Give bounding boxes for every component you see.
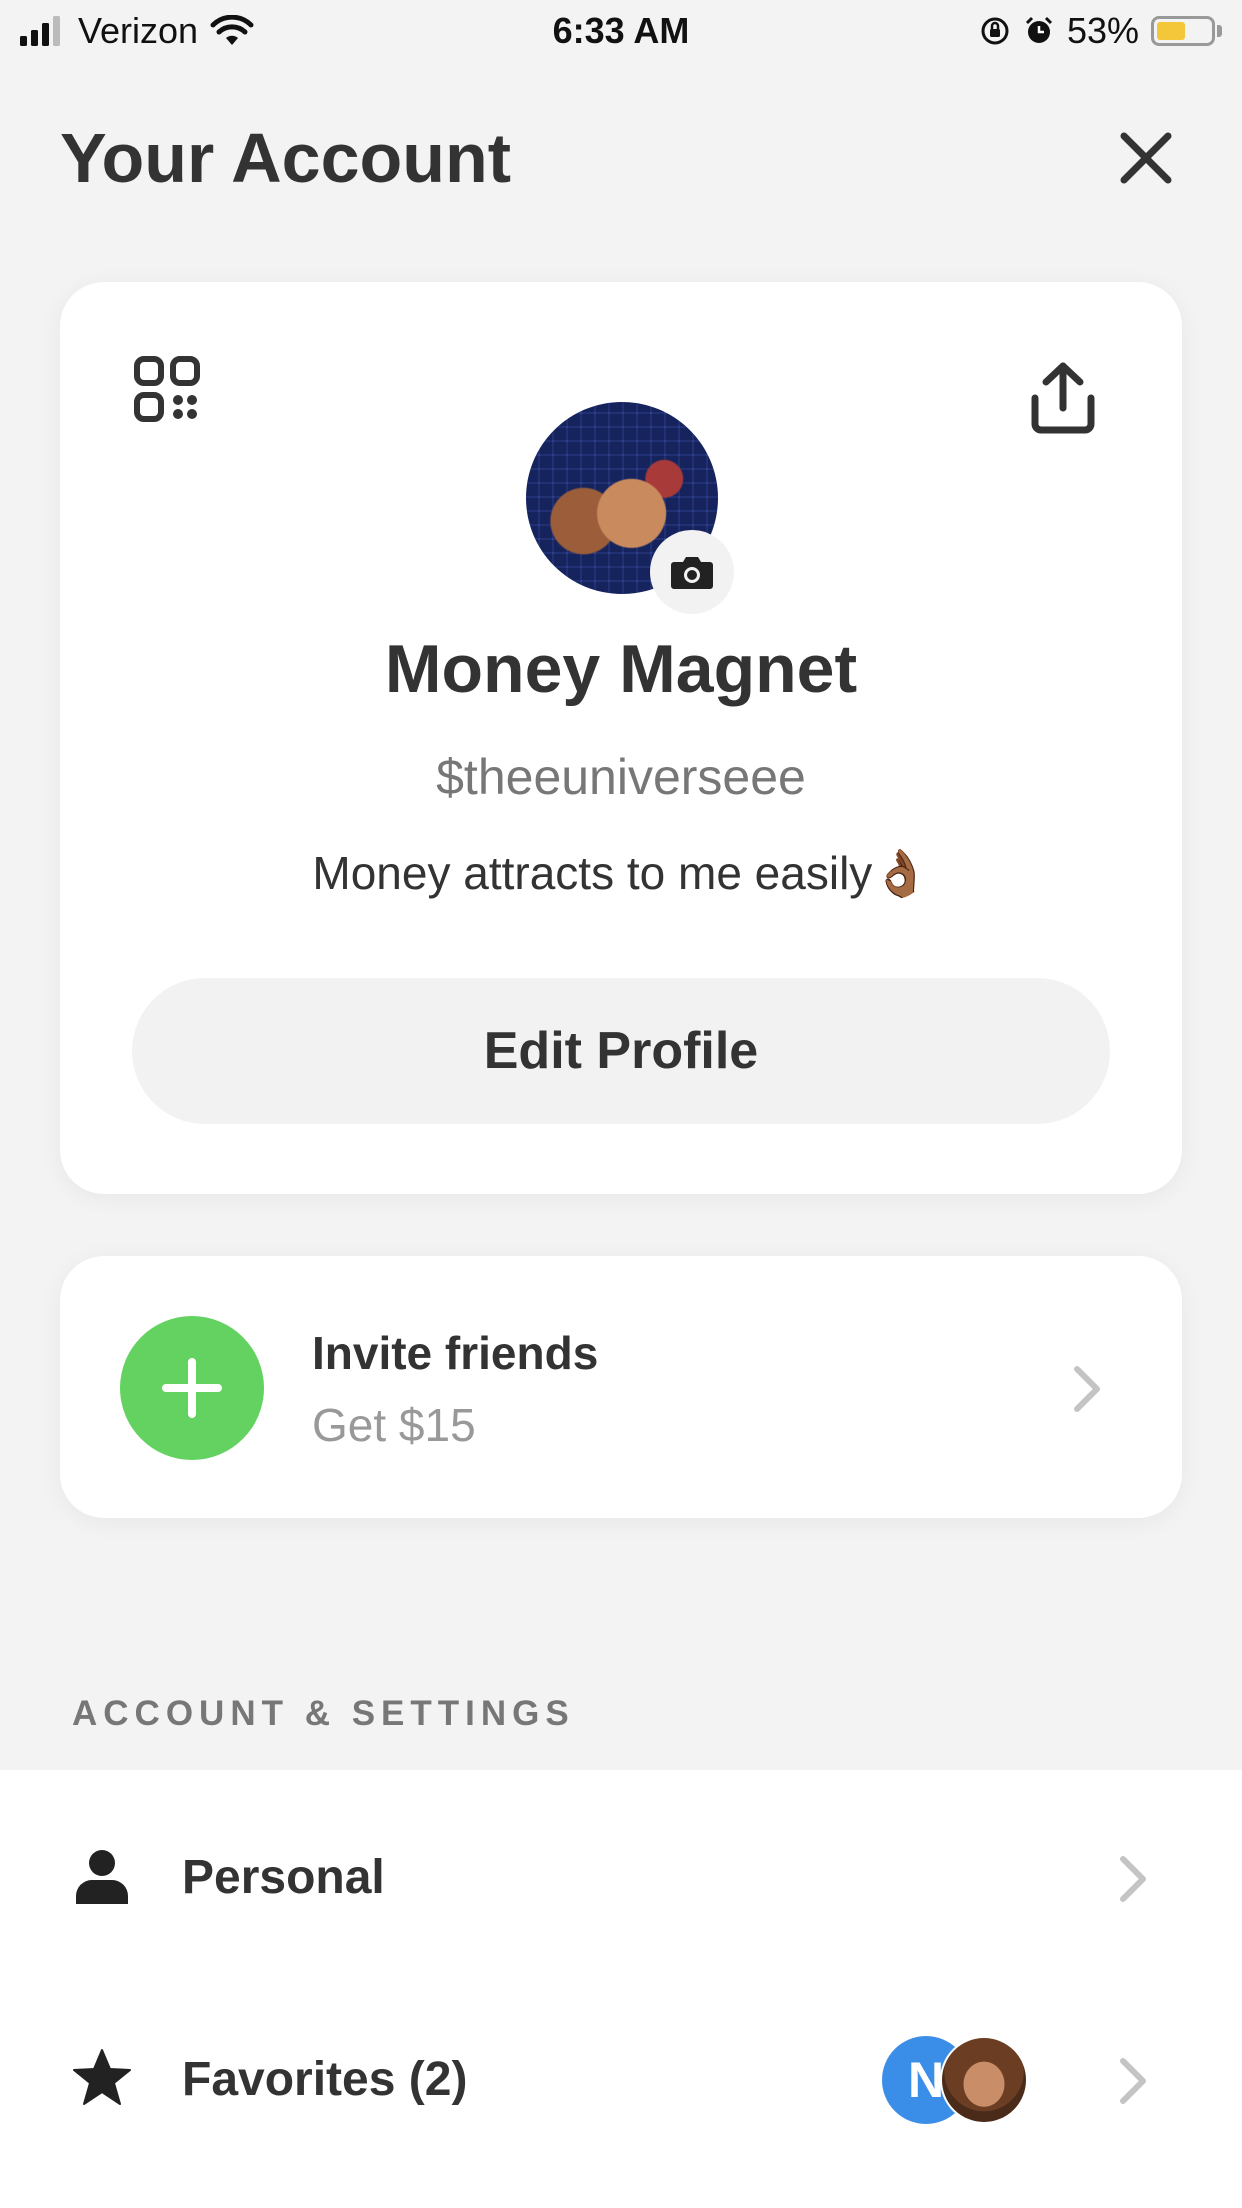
alarm-icon	[1025, 16, 1052, 43]
edit-profile-button[interactable]: Edit Profile	[132, 978, 1110, 1124]
settings-list: Personal Favorites (2) N	[0, 1770, 1242, 2208]
battery-fill	[1157, 22, 1185, 40]
close-icon[interactable]	[1118, 130, 1174, 186]
settings-item-personal[interactable]: Personal	[0, 1770, 1242, 1984]
cashtag: $theeuniverseee	[436, 749, 806, 805]
settings-item-label: Favorites (2)	[182, 2053, 468, 2106]
page-title: Your Account	[60, 119, 512, 197]
status-right: 53%	[979, 10, 1222, 52]
chevron-right-icon	[1074, 1366, 1100, 1412]
wifi-icon	[210, 15, 254, 45]
plus-icon	[162, 1358, 222, 1418]
change-photo-button[interactable]	[650, 530, 734, 614]
invite-title: Invite friends	[312, 1327, 599, 1379]
status-bar: Verizon 6:33 AM 53%	[0, 0, 1242, 62]
display-name: Money Magnet	[384, 631, 858, 707]
chevron-right-icon	[1120, 2058, 1146, 2104]
battery-percent: 53%	[1066, 10, 1139, 51]
profile-bio: Money attracts to me easily👌🏾	[312, 847, 930, 899]
star-icon	[73, 2049, 131, 2105]
profile-card: Money Magnet $theeuniverseee Money attra…	[60, 282, 1182, 1194]
carrier-label: Verizon	[78, 10, 199, 51]
qr-code-icon[interactable]	[134, 356, 200, 422]
invite-plus-icon-circle	[120, 1316, 264, 1460]
signal-icon	[20, 16, 60, 46]
status-left: Verizon	[20, 10, 254, 52]
section-header-account-settings: ACCOUNT & SETTINGS	[72, 1694, 575, 1733]
orientation-lock-icon	[981, 17, 1009, 45]
chevron-right-icon	[1120, 1856, 1146, 1902]
profile-avatar-wrap	[526, 402, 734, 614]
favorites-avatars: N	[882, 2036, 1030, 2124]
settings-item-label: Personal	[182, 1851, 385, 1904]
invite-friends-card[interactable]: Invite friends Get $15	[60, 1256, 1182, 1518]
battery-icon	[1151, 16, 1222, 46]
person-icon	[76, 1850, 128, 1904]
share-icon[interactable]	[1030, 362, 1096, 434]
favorite-avatar-photo	[940, 2036, 1028, 2124]
settings-item-favorites[interactable]: Favorites (2) N	[0, 1984, 1242, 2198]
camera-icon	[671, 557, 713, 589]
invite-subtitle: Get $15	[312, 1399, 476, 1451]
